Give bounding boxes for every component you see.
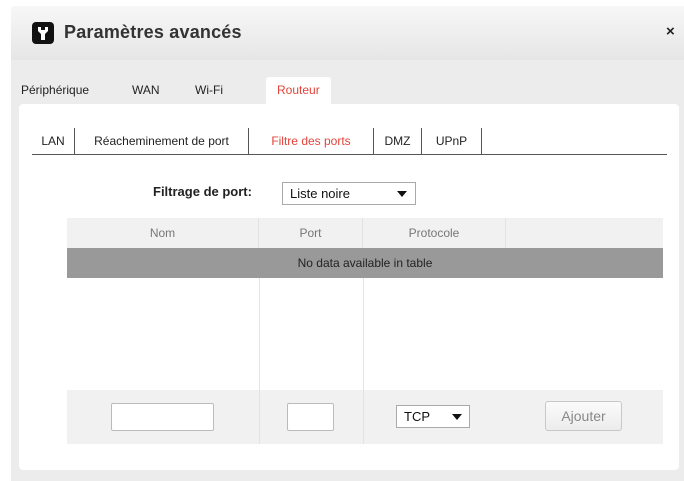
table-empty-row: No data available in table <box>67 248 663 278</box>
chevron-down-icon <box>452 414 462 420</box>
dialog-titlebar: Paramètres avancés × <box>11 6 684 60</box>
subtab-dmz[interactable]: DMZ <box>374 128 422 154</box>
chevron-down-icon <box>397 191 407 197</box>
table-header: Nom Port Protocole <box>67 218 663 248</box>
protocol-value: TCP <box>404 409 430 424</box>
column-divider <box>363 390 364 444</box>
port-filter-label: Filtrage de port: <box>153 184 252 199</box>
tab-routeur[interactable]: Routeur <box>266 77 331 105</box>
routeur-panel: LAN Réacheminement de port Filtre des po… <box>19 104 679 470</box>
column-divider <box>259 278 260 390</box>
new-rule-port-input[interactable] <box>287 403 334 431</box>
port-filter-mode-select[interactable]: Liste noire <box>282 182 416 205</box>
column-divider <box>363 278 364 390</box>
tab-wifi[interactable]: Wi-Fi <box>195 77 223 105</box>
column-header-protocole[interactable]: Protocole <box>363 218 506 248</box>
add-button[interactable]: Ajouter <box>545 401 622 431</box>
subtab-lan[interactable]: LAN <box>32 128 75 154</box>
wrench-icon <box>32 22 54 44</box>
tab-wan[interactable]: WAN <box>132 77 160 105</box>
subtab-port-forwarding[interactable]: Réacheminement de port <box>75 128 249 154</box>
subtab-port-filter[interactable]: Filtre des ports <box>249 128 374 154</box>
dialog-title: Paramètres avancés <box>64 22 242 42</box>
port-filter-mode-value: Liste noire <box>290 186 350 201</box>
main-tab-bar: Périphérique WAN Wi-Fi Routeur <box>11 77 684 105</box>
add-row: TCP Ajouter <box>67 390 663 444</box>
tab-peripherique[interactable]: Périphérique <box>21 77 89 105</box>
sub-tab-bar: LAN Réacheminement de port Filtre des po… <box>32 128 667 155</box>
subtab-upnp[interactable]: UPnP <box>422 128 482 154</box>
column-header-nom[interactable]: Nom <box>67 218 259 248</box>
advanced-settings-dialog: Paramètres avancés × Périphérique WAN Wi… <box>11 6 684 481</box>
new-rule-protocol-select[interactable]: TCP <box>396 405 470 428</box>
column-divider <box>259 390 260 444</box>
close-icon[interactable]: × <box>666 23 675 40</box>
new-rule-name-input[interactable] <box>111 403 214 431</box>
port-filter-table: Nom Port Protocole No data available in … <box>67 218 663 450</box>
column-header-actions <box>506 218 663 248</box>
column-header-port[interactable]: Port <box>259 218 363 248</box>
